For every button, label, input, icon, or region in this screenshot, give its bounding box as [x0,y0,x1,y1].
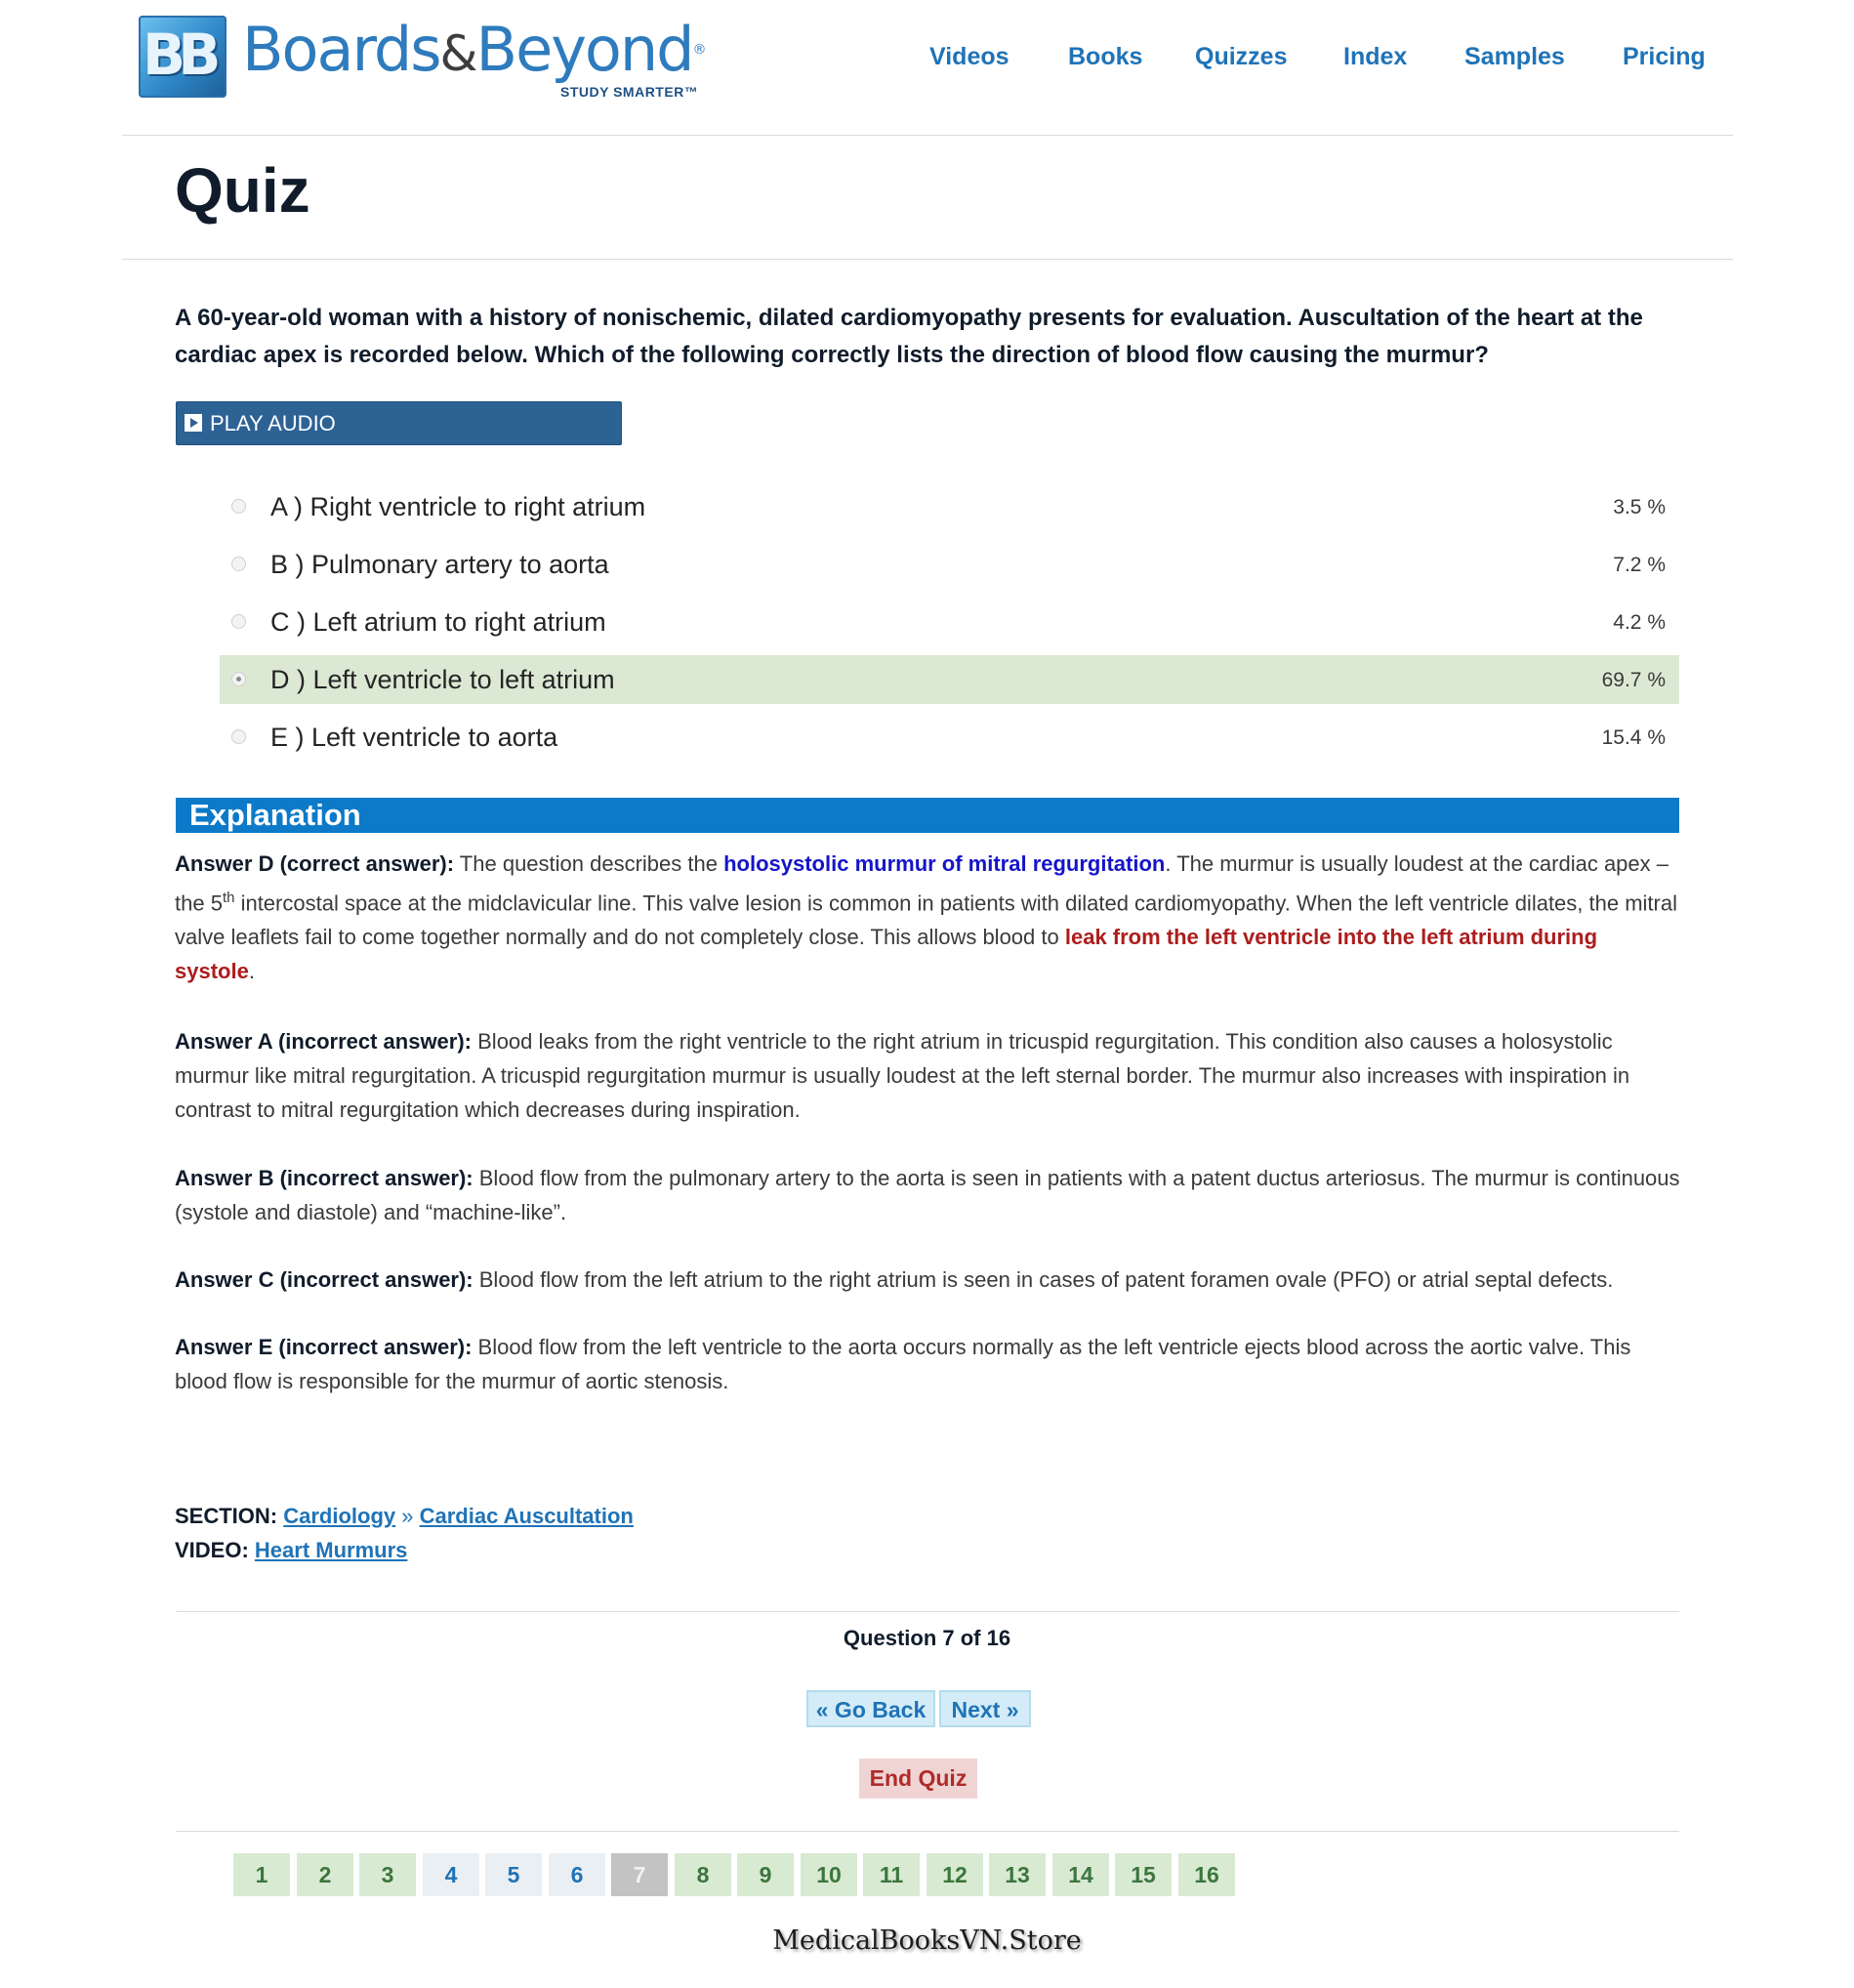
answer-d-text-4: . [248,959,255,984]
video-label: VIDEO: [175,1538,249,1562]
navigation-divider-top [176,1611,1679,1612]
option-label: E ) Left ventricle to aorta [270,723,558,752]
navigation-divider-bottom [176,1831,1679,1832]
explanation-answer-c: Answer C (incorrect answer): Blood flow … [175,1263,1683,1297]
play-audio-label: PLAY AUDIO [210,411,336,435]
answer-d-text-1: The question describes the [454,851,724,876]
page-button-14[interactable]: 14 [1052,1853,1109,1896]
next-button[interactable]: Next » [939,1690,1031,1727]
brand-amp: & [439,25,478,82]
answer-c-text: Blood flow from the left atrium to the r… [473,1267,1614,1292]
registered-mark: ® [692,42,706,58]
radio-button[interactable] [231,499,246,514]
page-button-5[interactable]: 5 [485,1853,542,1896]
option-label: D ) Left ventricle to left atrium [270,665,615,694]
page-button-15[interactable]: 15 [1115,1853,1172,1896]
explanation-answer-b: Answer B (incorrect answer): Blood flow … [175,1161,1683,1229]
page-button-7-current[interactable]: 7 [611,1853,668,1896]
nav-index[interactable]: Index [1343,43,1407,71]
option-percentage: 69.7 % [1601,669,1666,691]
breadcrumb-separator: » [395,1504,420,1528]
radio-button[interactable] [231,729,246,744]
option-percentage: 7.2 % [1613,554,1666,576]
explanation-heading: Explanation [189,798,361,832]
radio-button[interactable] [231,614,246,629]
option-percentage: 15.4 % [1601,726,1666,749]
explanation-answer-d: Answer D (correct answer): The question … [175,847,1683,988]
brand-name-part2: Beyond [475,14,695,85]
page-button-13[interactable]: 13 [989,1853,1046,1896]
radio-button-selected[interactable] [231,672,246,686]
radio-button[interactable] [231,557,246,571]
answer-b-lead: Answer B (incorrect answer): [175,1166,474,1190]
nav-pricing[interactable]: Pricing [1623,43,1706,71]
page-button-11[interactable]: 11 [863,1853,920,1896]
end-quiz-button[interactable]: End Quiz [859,1759,977,1799]
answer-d-lead: Answer D (correct answer): [175,851,455,876]
page-button-3[interactable]: 3 [359,1853,416,1896]
brand-name-part1: Boards [242,14,442,85]
header-divider [122,135,1733,136]
answer-c-lead: Answer C (incorrect answer): [175,1267,474,1292]
answer-option-e[interactable]: E ) Left ventricle to aorta 15.4 % [220,713,1679,762]
play-icon [185,414,202,432]
go-back-button[interactable]: « Go Back [806,1690,935,1727]
section-label: SECTION: [175,1504,278,1528]
question-counter: Question 7 of 16 [843,1626,1011,1650]
watermark: MedicalBooksVN.Store [772,1926,1082,1956]
answer-option-b[interactable]: B ) Pulmonary artery to aorta 7.2 % [220,540,1679,589]
answer-option-a[interactable]: A ) Right ventricle to right atrium 3.5 … [220,482,1679,531]
page-button-1[interactable]: 1 [233,1853,290,1896]
page-button-2[interactable]: 2 [297,1853,353,1896]
answer-d-highlight-blue: holosystolic murmur of mitral regurgitat… [723,851,1166,876]
page-button-16[interactable]: 16 [1178,1853,1235,1896]
play-audio-button[interactable]: PLAY AUDIO [176,401,622,445]
page: BB Boards&Beyond® STUDY SMARTER™ Videos … [0,0,1854,1988]
answer-a-lead: Answer A (incorrect answer): [175,1029,473,1054]
brand-name[interactable]: Boards&Beyond® [242,18,706,86]
page-title: Quiz [175,155,310,226]
answer-option-d[interactable]: D ) Left ventricle to left atrium 69.7 % [220,655,1679,704]
section-link-cardiology[interactable]: Cardiology [283,1504,395,1528]
answer-option-c[interactable]: C ) Left atrium to right atrium 4.2 % [220,598,1679,646]
nav-quizzes[interactable]: Quizzes [1195,43,1287,71]
option-label: A ) Right ventricle to right atrium [270,492,646,521]
section-line: SECTION: Cardiology » Cardiac Auscultati… [175,1504,634,1529]
answer-e-lead: Answer E (incorrect answer): [175,1335,473,1359]
option-percentage: 4.2 % [1613,611,1666,634]
question-text: A 60-year-old woman with a history of no… [175,305,1643,368]
video-line: VIDEO: Heart Murmurs [175,1538,407,1563]
nav-videos[interactable]: Videos [929,43,1009,71]
option-label: C ) Left atrium to right atrium [270,607,606,637]
explanation-header: Explanation [176,798,1679,833]
page-button-12[interactable]: 12 [927,1853,983,1896]
section-link-cardiac-auscultation[interactable]: Cardiac Auscultation [420,1504,634,1528]
nav-samples[interactable]: Samples [1464,43,1565,71]
logo-mark-text: BB [143,21,221,88]
option-percentage: 3.5 % [1613,496,1666,518]
page-button-9[interactable]: 9 [737,1853,794,1896]
page-button-8[interactable]: 8 [675,1853,731,1896]
nav-books[interactable]: Books [1068,43,1142,71]
video-link-heart-murmurs[interactable]: Heart Murmurs [255,1538,407,1562]
page-button-10[interactable]: 10 [801,1853,857,1896]
question-pager: 1 2 3 4 5 6 7 8 9 10 11 12 13 14 15 16 [0,1853,1854,1896]
brand-tagline: STUDY SMARTER™ [560,84,699,100]
page-button-4[interactable]: 4 [423,1853,479,1896]
logo-mark[interactable]: BB [139,16,227,98]
explanation-answer-e: Answer E (incorrect answer): Blood flow … [175,1330,1683,1398]
explanation-answer-a: Answer A (incorrect answer): Blood leaks… [175,1024,1683,1127]
option-label: B ) Pulmonary artery to aorta [270,550,609,579]
page-button-6[interactable]: 6 [549,1853,605,1896]
title-divider [122,259,1733,260]
answer-d-superscript: th [222,890,235,906]
